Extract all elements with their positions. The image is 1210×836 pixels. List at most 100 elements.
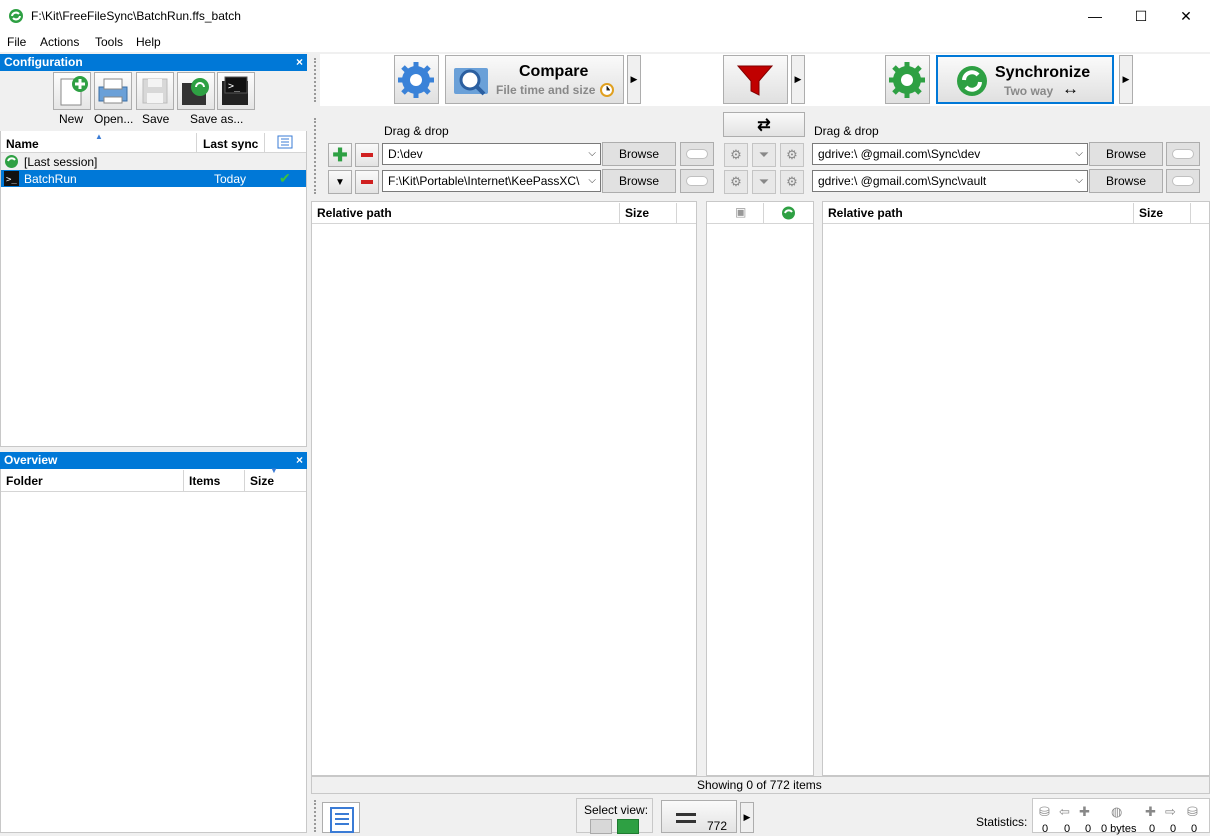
view-category-icon[interactable] — [590, 819, 612, 834]
sort-up-icon: ▲ — [95, 132, 103, 141]
show-all-button[interactable]: 772 — [661, 800, 737, 833]
compare-dropdown-button[interactable]: ▶ — [627, 55, 641, 104]
save-as-batch-icon — [182, 78, 209, 105]
compare-variant: File time and size — [496, 83, 596, 97]
chevron-down-icon[interactable]: ⌵ — [588, 144, 596, 164]
filter-button[interactable] — [723, 55, 788, 104]
title-bar: F:\Kit\FreeFileSync\BatchRun.ffs_batch —… — [0, 0, 1210, 32]
compare-label: Compare — [519, 63, 589, 80]
column-name[interactable]: Name — [6, 137, 39, 151]
remove-folder-pair-button[interactable] — [355, 143, 379, 167]
compare-settings-pair-1[interactable]: ⚙ — [724, 143, 748, 167]
configuration-header: Configuration × — [0, 54, 307, 71]
svg-text:>_: >_ — [228, 81, 241, 92]
minimize-button[interactable]: — — [1072, 0, 1118, 32]
menu-tools[interactable]: Tools — [95, 35, 123, 49]
left-folder-input-1[interactable]: D:\dev ⌵ — [382, 143, 601, 165]
new-doc-icon — [60, 76, 88, 106]
add-folder-pair-button[interactable]: ✚ — [328, 143, 352, 167]
maximize-button[interactable]: ☐ — [1118, 0, 1164, 32]
right-file-grid[interactable] — [822, 201, 1210, 776]
open-printer-icon — [98, 78, 128, 104]
right-relative-path-header[interactable]: Relative path — [828, 206, 903, 220]
cloud-icon — [1172, 149, 1194, 159]
config-row-last-session[interactable]: [Last session] — [1, 153, 306, 170]
compare-button[interactable]: Compare File time and size — [445, 55, 624, 104]
statistics-panel: ⛁ ⇦ ✚ ◍ ✚ ⇨ ⛁ 0 0 0 0 bytes 0 0 0 — [1032, 798, 1210, 835]
cloud-right-button-2[interactable] — [1166, 169, 1200, 193]
chevron-down-icon[interactable]: ⌵ — [588, 171, 596, 191]
left-file-grid[interactable] — [311, 201, 697, 776]
remove-folder-pair-button-2[interactable] — [355, 170, 379, 194]
column-size[interactable]: Size — [250, 474, 274, 488]
config-row-name: BatchRun — [24, 172, 77, 186]
filter-pair-1[interactable]: ⏷ — [752, 143, 776, 167]
compare-settings-pair-2[interactable]: ⚙ — [724, 170, 748, 194]
sync-settings-pair-1[interactable]: ⚙ — [780, 143, 804, 167]
save-config-button[interactable] — [136, 72, 174, 110]
sync-settings-pair-2[interactable]: ⚙ — [780, 170, 804, 194]
create-right-icon: ⛁ — [1187, 804, 1198, 819]
view-action-icon[interactable] — [617, 819, 639, 834]
filter-dropdown-button[interactable]: ▶ — [791, 55, 805, 104]
config-row-name: [Last session] — [24, 155, 98, 169]
view-log-button[interactable] — [322, 802, 360, 833]
column-items[interactable]: Items — [189, 474, 220, 488]
status-text: Showing 0 of 772 items — [697, 778, 822, 792]
folders-grip[interactable] — [314, 118, 317, 194]
configuration-close-icon[interactable]: × — [296, 54, 303, 71]
overview-close-icon[interactable]: × — [296, 452, 303, 469]
filter-pair-2[interactable]: ⏷ — [752, 170, 776, 194]
browse-left-button-2[interactable]: Browse — [602, 169, 676, 193]
compare-settings-button[interactable] — [394, 55, 439, 104]
minus-icon — [361, 153, 373, 157]
config-row-batchrun[interactable]: >_ BatchRun Today ✔ — [1, 170, 306, 187]
drag-drop-left: Drag & drop — [384, 124, 449, 138]
browse-right-button-1[interactable]: Browse — [1089, 142, 1163, 166]
menu-file[interactable]: File — [7, 35, 26, 49]
sync-settings-button[interactable] — [885, 55, 930, 104]
save-label: Save — [142, 112, 170, 126]
toolbar-grip[interactable] — [314, 58, 317, 102]
left-relative-path-header[interactable]: Relative path — [317, 206, 392, 220]
compare-magnifier-icon — [454, 68, 488, 96]
gear-green-icon — [889, 62, 925, 98]
save-disk-icon — [142, 78, 168, 104]
sync-dropdown-button[interactable]: ▶ — [1119, 55, 1133, 104]
middle-action-grid[interactable] — [706, 201, 814, 776]
sync-action-column-icon[interactable] — [781, 206, 796, 220]
column-divider — [196, 133, 197, 153]
cloud-left-button-1[interactable] — [680, 142, 714, 166]
right-folder-input-1[interactable]: gdrive:\ @gmail.com\Sync\dev ⌵ — [812, 143, 1088, 165]
sort-down-icon: ▼ — [270, 466, 278, 475]
gear-icon: ⚙ — [786, 147, 798, 162]
open-config-button[interactable] — [94, 72, 132, 110]
right-folder-input-2[interactable]: gdrive:\ @gmail.com\Sync\vault ⌵ — [812, 170, 1088, 192]
browse-right-button-2[interactable]: Browse — [1089, 169, 1163, 193]
sync-arrows-icon — [957, 66, 987, 96]
column-folder[interactable]: Folder — [6, 474, 43, 488]
new-config-button[interactable] — [53, 72, 91, 110]
left-size-header[interactable]: Size — [625, 206, 649, 220]
browse-left-button-1[interactable]: Browse — [602, 142, 676, 166]
save-as-button[interactable]: >_ — [217, 72, 255, 110]
column-last-sync[interactable]: Last sync — [203, 137, 258, 151]
folder-pair-menu-button[interactable]: ▼ — [328, 170, 352, 194]
bottom-grip[interactable] — [314, 800, 317, 832]
swap-sides-button[interactable]: ⇄ — [723, 112, 805, 137]
cloud-left-button-2[interactable] — [680, 169, 714, 193]
right-size-header[interactable]: Size — [1139, 206, 1163, 220]
save-as-batch-button[interactable] — [177, 72, 215, 110]
column-settings-icon[interactable] — [277, 135, 293, 149]
chevron-down-icon[interactable]: ⌵ — [1075, 144, 1083, 164]
menu-help[interactable]: Help — [136, 35, 161, 49]
checkbox-column-icon[interactable]: ▣ — [735, 205, 746, 219]
synchronize-button[interactable]: Synchronize Two way ↔ — [936, 55, 1114, 104]
cloud-icon — [1172, 176, 1194, 186]
view-dropdown-button[interactable]: ▶ — [740, 802, 754, 833]
left-folder-input-2[interactable]: F:\Kit\Portable\Internet\KeePassXC\ ⌵ — [382, 170, 601, 192]
cloud-right-button-1[interactable] — [1166, 142, 1200, 166]
menu-actions[interactable]: Actions — [40, 35, 79, 49]
close-button[interactable]: ✕ — [1163, 0, 1209, 32]
chevron-down-icon[interactable]: ⌵ — [1075, 171, 1083, 191]
